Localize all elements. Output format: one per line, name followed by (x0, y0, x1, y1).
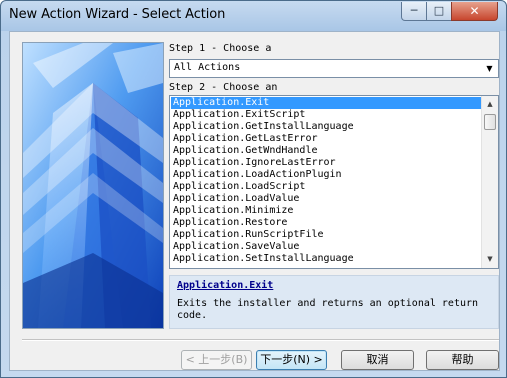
dialog-client-area: Step 1 - Choose a All Actions ▼ Step 2 -… (9, 31, 500, 371)
category-dropdown-value: All Actions (174, 62, 241, 73)
list-item[interactable]: Application.Exit (171, 97, 481, 109)
step2-label: Step 2 - Choose an (169, 82, 278, 93)
list-item[interactable]: Application.Minimize (171, 205, 481, 217)
help-button[interactable]: 帮助 (426, 350, 499, 370)
close-button[interactable]: ✕ (451, 2, 498, 21)
list-item[interactable]: Application.ExitScript (171, 109, 481, 121)
category-dropdown[interactable]: All Actions ▼ (169, 59, 499, 78)
list-item[interactable]: Application.RunScriptFile (171, 229, 481, 241)
maximize-button[interactable]: □ (426, 2, 452, 21)
list-item[interactable]: Application.SaveValue (171, 241, 481, 253)
list-item[interactable]: Application.IgnoreLastError (171, 157, 481, 169)
list-item[interactable]: Application.GetInstallLanguage (171, 121, 481, 133)
scroll-down-icon[interactable]: ▼ (483, 252, 497, 267)
list-item[interactable]: Application.Restore (171, 217, 481, 229)
wizard-banner-image (22, 42, 164, 329)
action-description-text: Exits the installer and returns an optio… (177, 298, 479, 321)
title-bar[interactable]: New Action Wizard - Select Action ─ □ ✕ (1, 1, 506, 31)
step1-label: Step 1 - Choose a (169, 43, 272, 54)
scroll-thumb[interactable] (484, 114, 496, 130)
scroll-up-icon[interactable]: ▲ (483, 97, 497, 112)
list-item[interactable]: Application.GetLastError (171, 133, 481, 145)
back-button[interactable]: < 上一步(B) (181, 350, 252, 370)
list-item[interactable]: Application.GetWndHandle (171, 145, 481, 157)
action-description-panel: Application.Exit Exits the installer and… (169, 275, 499, 329)
list-item[interactable]: Application.LoadActionPlugin (171, 169, 481, 181)
minimize-button[interactable]: ─ (401, 2, 427, 21)
wizard-window: New Action Wizard - Select Action ─ □ ✕ (0, 0, 507, 378)
cancel-button[interactable]: 取消 (341, 350, 414, 370)
chevron-down-icon[interactable]: ▼ (482, 61, 497, 76)
action-listbox[interactable]: Application.Exit Application.ExitScript Ap… (169, 95, 499, 269)
vertical-scrollbar[interactable]: ▲ ▼ (481, 96, 498, 268)
list-item[interactable]: Application.SetInstallLanguage (171, 253, 481, 265)
next-button[interactable]: 下一步(N) > (256, 350, 327, 370)
separator (22, 339, 499, 341)
action-list: Application.Exit Application.ExitScript Ap… (171, 97, 481, 265)
action-description-title[interactable]: Application.Exit (177, 280, 273, 291)
list-item[interactable]: Application.LoadValue (171, 193, 481, 205)
list-item[interactable]: Application.LoadScript (171, 181, 481, 193)
window-title: New Action Wizard - Select Action (9, 7, 226, 22)
